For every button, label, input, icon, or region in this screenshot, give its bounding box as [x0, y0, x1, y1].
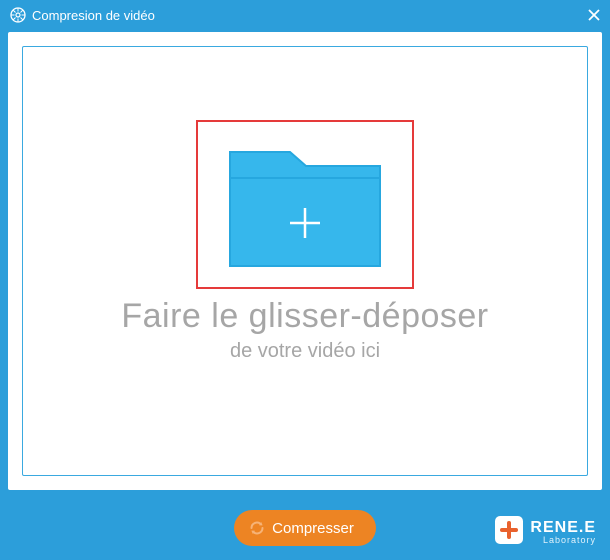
close-icon[interactable]: [588, 9, 600, 21]
titlebar: Compresion de vidéo: [0, 0, 610, 30]
highlight-frame: [196, 120, 414, 289]
drop-title: Faire le glisser-déposer: [121, 297, 488, 336]
folder-add-icon: [220, 267, 390, 284]
app-window: Compresion de vidéo: [0, 0, 610, 560]
footer: Compresser RENE.E Laboratory: [0, 496, 610, 560]
brand-text: RENE.E Laboratory: [530, 520, 596, 545]
brand-name: RENE.E: [530, 520, 596, 536]
brand-badge-icon: [494, 515, 524, 550]
compress-button[interactable]: Compresser: [234, 510, 376, 546]
drop-subtitle: de votre vidéo ici: [230, 340, 380, 363]
content-area: Faire le glisser-déposer de votre vidéo …: [8, 32, 602, 490]
brand-sub: Laboratory: [530, 536, 596, 545]
app-icon: [10, 7, 26, 23]
window-title: Compresion de vidéo: [32, 8, 155, 23]
drop-zone[interactable]: Faire le glisser-déposer de votre vidéo …: [22, 46, 588, 476]
brand-logo[interactable]: RENE.E Laboratory: [494, 515, 596, 550]
refresh-icon: [248, 519, 266, 537]
compress-button-label: Compresser: [272, 520, 354, 537]
